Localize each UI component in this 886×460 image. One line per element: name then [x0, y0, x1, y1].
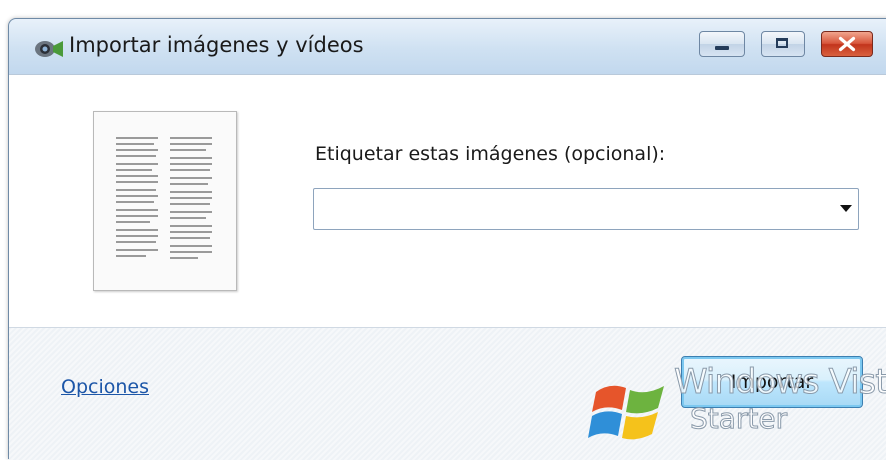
dropdown-arrow-icon[interactable]	[840, 205, 852, 212]
minimize-icon	[715, 46, 729, 50]
tag-images-label: Etiquetar estas imágenes (opcional):	[315, 143, 666, 165]
image-preview-thumbnail	[93, 111, 237, 291]
document-text-lines	[116, 137, 158, 257]
import-button[interactable]: Importar	[681, 356, 863, 408]
import-dialog-window: Importar imágenes y vídeos Etiquetar est…	[8, 18, 886, 460]
dialog-content: Etiquetar estas imágenes (opcional):	[9, 74, 886, 328]
minimize-button[interactable]	[699, 31, 745, 57]
options-link[interactable]: Opciones	[61, 376, 149, 398]
dialog-footer: Opciones Importar	[9, 327, 886, 460]
maximize-icon	[776, 38, 788, 48]
document-text-lines	[170, 137, 212, 259]
title-bar[interactable]: Importar imágenes y vídeos	[9, 19, 886, 74]
camera-import-icon	[35, 41, 63, 57]
close-button[interactable]	[821, 31, 873, 57]
maximize-button[interactable]	[761, 31, 805, 57]
tag-combobox[interactable]	[313, 188, 859, 230]
window-title: Importar imágenes y vídeos	[69, 33, 364, 57]
close-icon	[838, 36, 856, 52]
